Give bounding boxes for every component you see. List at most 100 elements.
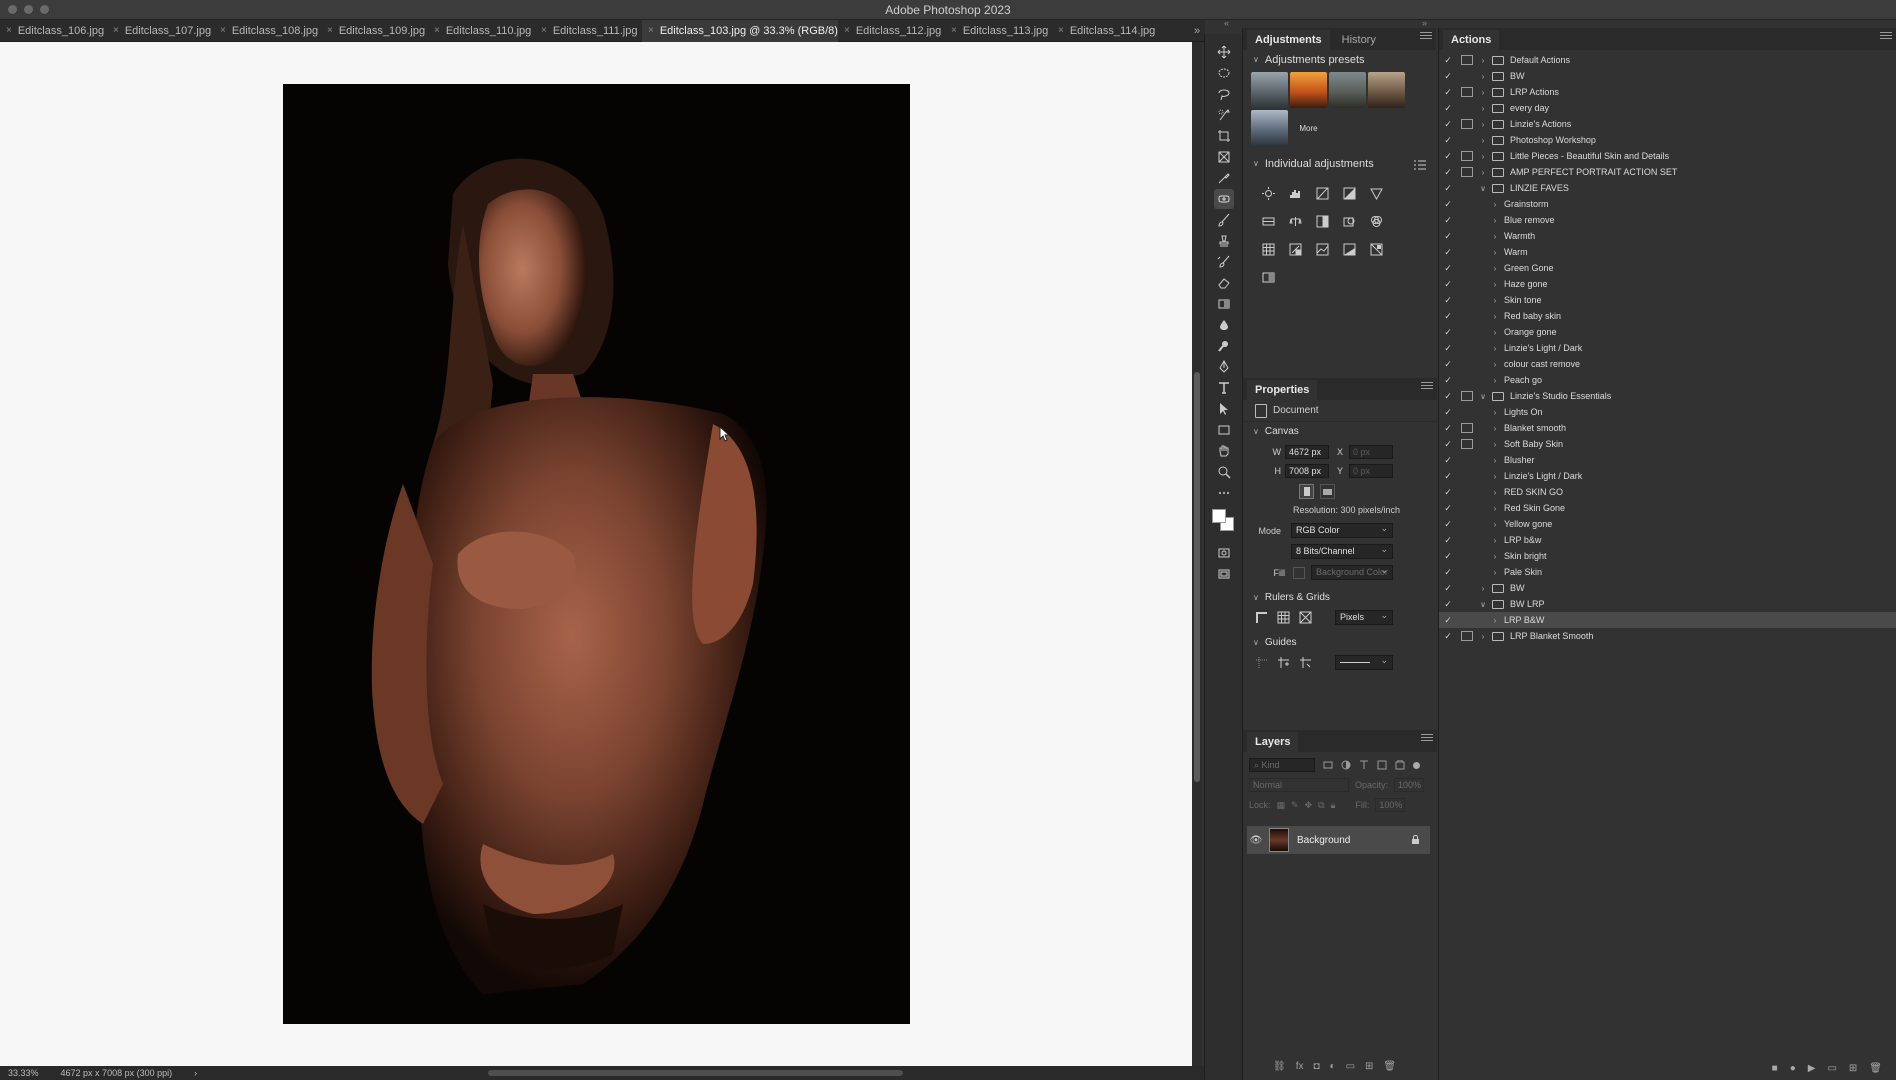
document-tab[interactable]: × Editclass_110.jpg [428,20,535,42]
document-canvas[interactable] [0,42,1192,1066]
chevron-right-icon[interactable]: › [1490,344,1500,353]
toggle-item-checkmark-icon[interactable]: ✓ [1439,391,1457,402]
document-tab[interactable]: × Editclass_108.jpg [214,20,321,42]
dialog-toggle-icon[interactable] [1461,407,1473,417]
foreground-color-swatch[interactable] [1211,509,1226,523]
action-set-row[interactable]: ✓ › Linzie's Actions [1439,116,1896,132]
eyedropper-tool-icon[interactable] [1214,168,1234,188]
preset-thumbnail[interactable] [1290,72,1327,108]
toggle-item-checkmark-icon[interactable]: ✓ [1439,119,1457,130]
document-info[interactable]: 4672 px x 7008 px (300 ppi) [61,1066,173,1080]
toggle-item-checkmark-icon[interactable]: ✓ [1439,71,1457,82]
dialog-toggle-icon[interactable] [1461,599,1473,609]
chevron-down-icon[interactable]: ∨ [1478,392,1488,401]
close-tab-icon[interactable]: × [113,20,119,42]
link-layers-icon[interactable]: ⛓︎ [1273,1061,1286,1072]
fill-color-swatch[interactable] [1293,566,1305,579]
toggle-item-checkmark-icon[interactable]: ✓ [1439,295,1457,306]
frame-tool-icon[interactable] [1214,147,1234,167]
document-tab[interactable]: × Editclass_107.jpg [107,20,214,42]
panel-menu-icon[interactable] [1880,32,1892,44]
panel-menu-icon[interactable] [1420,32,1432,44]
action-set-row[interactable]: ✓ ∨ LINZIE FAVES [1439,180,1896,196]
dialog-toggle-icon[interactable] [1461,167,1473,177]
vertical-scroll-thumb[interactable] [1194,372,1200,782]
document-tab[interactable]: × Editclass_103.jpg @ 33.3% (RGB/8) * [642,20,838,42]
action-row[interactable]: ✓ › Linzie's Light / Dark [1439,340,1896,356]
lock-position-icon[interactable]: ✥ [1305,800,1313,811]
canvas-y-field[interactable]: 0 px [1349,463,1394,478]
toggle-item-checkmark-icon[interactable]: ✓ [1439,247,1457,258]
filter-toggle-icon[interactable] [1413,761,1420,769]
action-row[interactable]: ✓ › Haze gone [1439,276,1896,292]
action-set-row[interactable]: ✓ › Photoshop Workshop [1439,132,1896,148]
zoom-window-button[interactable] [40,5,49,14]
document-image[interactable] [283,84,910,1024]
path-selection-tool-icon[interactable] [1214,399,1234,419]
toggle-item-checkmark-icon[interactable]: ✓ [1439,535,1457,546]
chevron-right-icon[interactable]: › [1490,360,1500,369]
brightness-contrast-icon[interactable] [1255,180,1282,207]
lock-all-icon[interactable]: 🔒︎ [1331,800,1336,811]
toggle-item-checkmark-icon[interactable]: ✓ [1439,279,1457,290]
type-filter-icon[interactable] [1359,760,1369,770]
rectangle-tool-icon[interactable] [1214,420,1234,440]
action-row[interactable]: ✓ › Blue remove [1439,212,1896,228]
toggle-item-checkmark-icon[interactable]: ✓ [1439,263,1457,274]
play-selection-icon[interactable]: ▶ [1808,1063,1816,1074]
delete-action-icon[interactable]: 🗑︎ [1869,1063,1882,1074]
new-set-icon[interactable]: ▭ [1827,1063,1836,1074]
close-window-button[interactable] [8,5,17,14]
chevron-right-icon[interactable]: › [1490,616,1500,625]
pixel-grid-icon[interactable] [1299,611,1312,624]
lasso-tool-icon[interactable] [1214,84,1234,104]
grid-icon[interactable] [1277,611,1290,624]
collapse-panels-icon[interactable]: » [1422,18,1427,28]
dialog-toggle-icon[interactable] [1461,375,1473,385]
toggle-item-checkmark-icon[interactable]: ✓ [1439,599,1457,610]
tab-history[interactable]: History [1334,30,1384,50]
chevron-right-icon[interactable]: › [1490,472,1500,481]
preset-thumbnail[interactable] [1329,72,1366,108]
color-lookup-icon[interactable] [1255,236,1282,263]
action-row[interactable]: ✓ › Peach go [1439,372,1896,388]
color-swatches[interactable] [1210,507,1238,535]
tab-properties[interactable]: Properties [1247,380,1318,400]
chevron-down-icon[interactable]: ∨ [1478,184,1488,193]
photo-filter-icon[interactable] [1336,208,1363,235]
chevron-right-icon[interactable]: › [1478,72,1488,81]
toggle-item-checkmark-icon[interactable]: ✓ [1439,343,1457,354]
window-controls[interactable] [8,5,49,14]
dialog-toggle-icon[interactable] [1461,151,1473,161]
toggle-item-checkmark-icon[interactable]: ✓ [1439,135,1457,146]
more-tools-icon[interactable] [1214,483,1234,503]
document-tab[interactable]: × Editclass_106.jpg [0,20,107,42]
toggle-item-checkmark-icon[interactable]: ✓ [1439,631,1457,642]
tab-layers[interactable]: Layers [1247,732,1299,752]
dialog-toggle-icon[interactable] [1461,551,1473,561]
dialog-toggle-icon[interactable] [1461,615,1473,625]
more-presets-button[interactable]: More [1290,110,1327,146]
smart-object-filter-icon[interactable] [1395,760,1405,770]
new-group-icon[interactable]: ▭ [1346,1061,1355,1072]
action-row[interactable]: ✓ › Green Gone [1439,260,1896,276]
adjustment-filter-icon[interactable] [1341,760,1351,770]
tab-overflow-button[interactable]: » [1189,20,1205,42]
eraser-tool-icon[interactable] [1214,273,1234,293]
landscape-orientation-icon[interactable] [1320,484,1335,499]
lock-transparent-icon[interactable]: ▦ [1277,800,1286,811]
dialog-toggle-icon[interactable] [1461,311,1473,321]
dialog-toggle-icon[interactable] [1461,439,1473,449]
channel-mixer-icon[interactable] [1363,208,1390,235]
brush-tool-icon[interactable] [1214,210,1234,230]
marquee-tool-icon[interactable] [1214,63,1234,83]
record-icon[interactable]: ● [1790,1063,1796,1074]
dialog-toggle-icon[interactable] [1461,183,1473,193]
lock-artboard-icon[interactable]: ⧉ [1318,800,1324,811]
individual-adjustments-header[interactable]: ∨ Individual adjustments [1243,154,1436,174]
guide-layout-icon[interactable] [1299,656,1312,669]
gradient-tool-icon[interactable] [1214,294,1234,314]
dialog-toggle-icon[interactable] [1461,55,1473,65]
guides-show-icon[interactable] [1255,656,1268,669]
chevron-right-icon[interactable]: › [1478,136,1488,145]
